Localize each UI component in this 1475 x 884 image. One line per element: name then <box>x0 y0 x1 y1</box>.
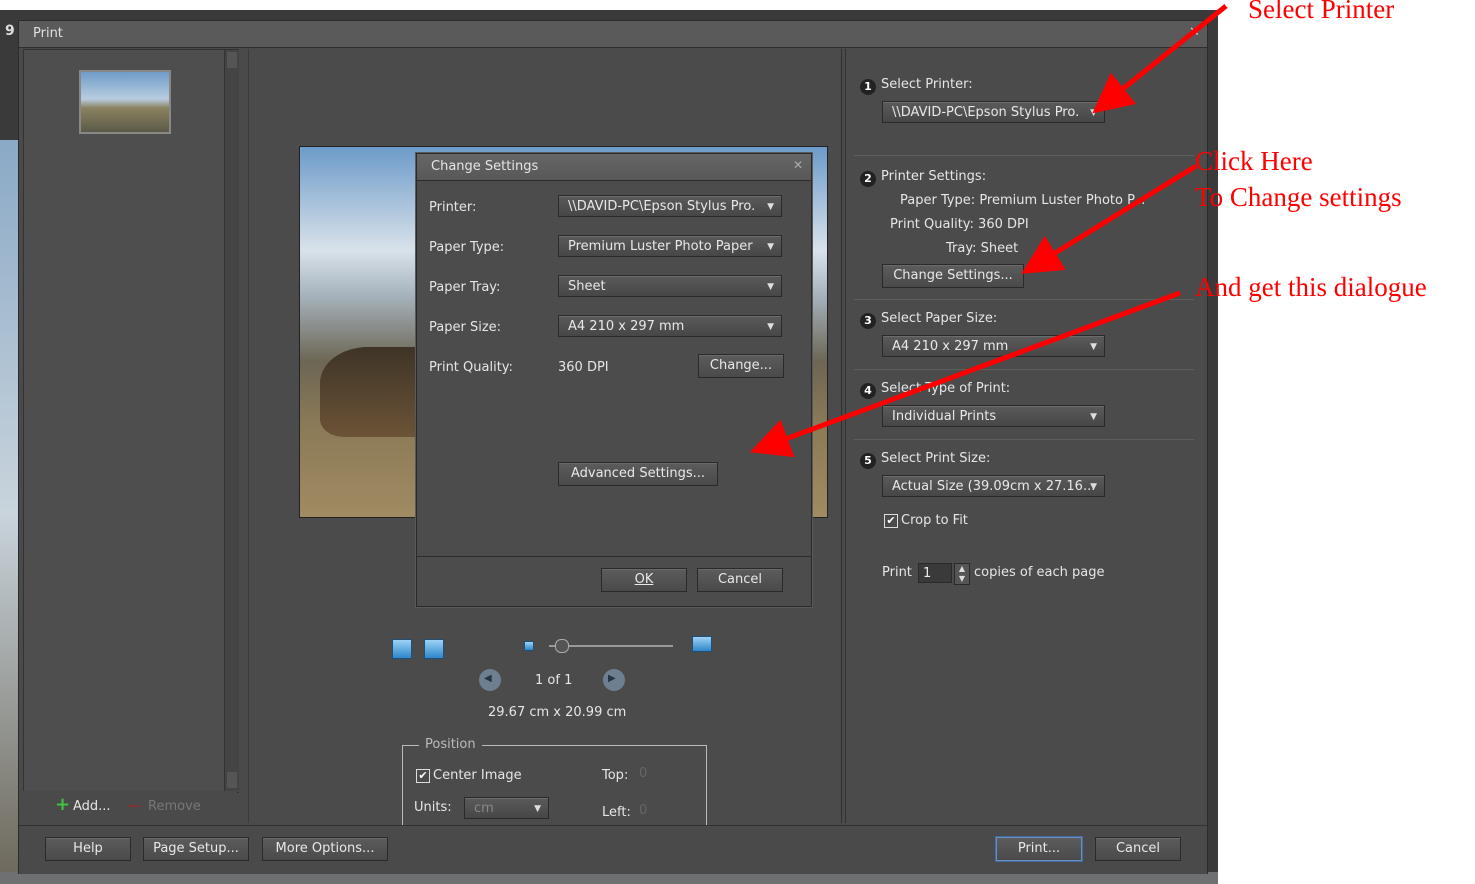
arrow-dialog <box>749 290 1181 458</box>
arrow-change-settings <box>1021 163 1198 274</box>
arrow-select-printer <box>1092 4 1228 114</box>
annotation-arrows <box>749 4 1228 458</box>
